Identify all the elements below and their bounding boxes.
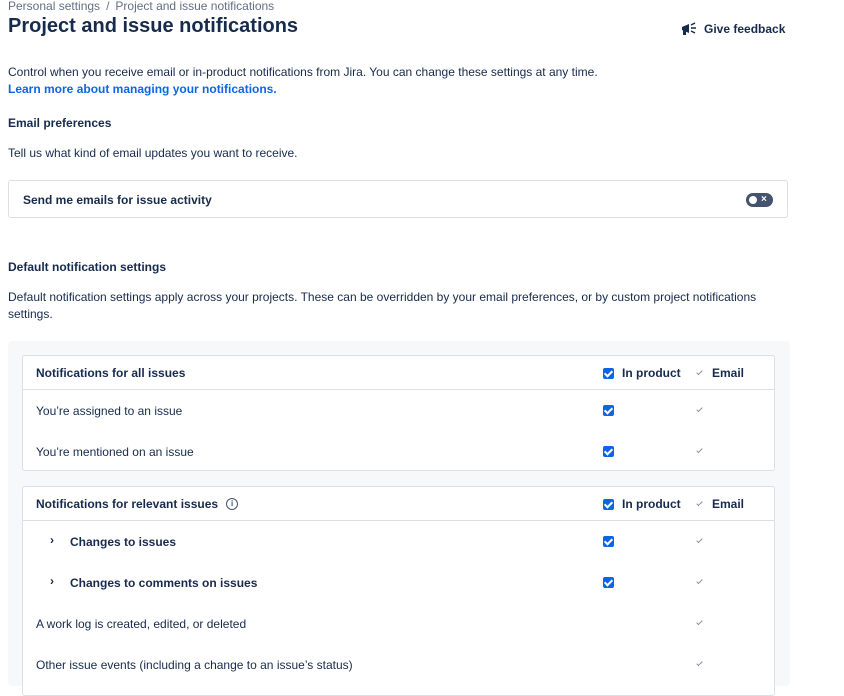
email-preferences-heading: Email preferences (8, 116, 112, 130)
megaphone-icon (682, 22, 696, 35)
table-row: › Changes to comments on issues (23, 562, 774, 602)
chevron-right-icon[interactable]: › (50, 533, 54, 547)
in-product-column-header: In product (603, 497, 681, 511)
check-icon (695, 447, 704, 456)
breadcrumb-separator: / (106, 0, 110, 13)
table-row: › Changes to issues (23, 521, 774, 561)
in-product-checkbox[interactable] (603, 577, 614, 588)
in-product-checkbox[interactable] (603, 405, 614, 416)
default-settings-heading: Default notification settings (8, 260, 167, 274)
row-label: A work log is created, edited, or delete… (36, 617, 247, 631)
check-icon (695, 619, 704, 628)
group-relevant-issues: Notifications for relevant issues i In p… (22, 486, 775, 696)
email-column-header: Email (695, 497, 744, 511)
give-feedback-button[interactable]: Give feedback (680, 21, 785, 37)
group-all-issues: Notifications for all issues In product … (22, 355, 775, 471)
toggle-knob (749, 196, 757, 204)
breadcrumb-personal-settings-link[interactable]: Personal settings (8, 0, 100, 13)
chevron-right-icon[interactable]: › (50, 574, 54, 588)
in-product-label: In product (622, 497, 681, 511)
check-icon (695, 660, 704, 669)
row-label: Other issue events (including a change t… (36, 658, 353, 672)
group-title: Notifications for all issues (36, 366, 186, 380)
notification-settings-panel: Notifications for all issues In product … (8, 341, 790, 696)
email-toggle-card: Send me emails for issue activity × (8, 180, 788, 218)
table-row: Other issue events (including a change t… (23, 644, 774, 684)
table-row: A work log is created, edited, or delete… (23, 603, 774, 643)
row-label: You’re mentioned on an issue (36, 445, 194, 459)
check-icon (695, 578, 704, 587)
breadcrumb: Personal settings / Project and issue noti… (8, 0, 274, 13)
email-label: Email (712, 366, 745, 380)
row-label: Changes to issues (70, 535, 177, 549)
check-icon (695, 500, 704, 509)
in-product-checkbox[interactable] (603, 536, 614, 547)
give-feedback-label: Give feedback (704, 22, 786, 36)
email-toggle-label: Send me emails for issue activity (23, 193, 212, 207)
email-activity-toggle[interactable]: × (746, 193, 773, 207)
in-product-column-header: In product (603, 366, 681, 380)
in-product-checkbox[interactable] (603, 446, 614, 457)
table-row: You’re assigned to an issue (23, 390, 774, 430)
close-icon: × (761, 194, 767, 205)
group-header: Notifications for relevant issues i In p… (23, 487, 774, 521)
page-title: Project and issue notifications (8, 15, 299, 37)
intro-text: Control when you receive email or in-pro… (8, 65, 598, 79)
in-product-select-all-checkbox[interactable] (603, 367, 614, 379)
learn-more-link[interactable]: Learn more about managing your notificat… (8, 82, 277, 96)
in-product-label: In product (622, 366, 681, 380)
email-preferences-description: Tell us what kind of email updates you w… (8, 146, 298, 160)
row-label: You’re assigned to an issue (36, 404, 183, 418)
row-label: Changes to comments on issues (70, 576, 258, 590)
info-icon[interactable]: i (226, 498, 239, 510)
check-icon (695, 406, 704, 415)
check-icon (695, 369, 704, 378)
group-header: Notifications for all issues In product … (23, 356, 774, 390)
in-product-select-all-checkbox[interactable] (603, 498, 614, 510)
breadcrumb-current: Project and issue notifications (115, 0, 275, 13)
table-row: You’re mentioned on an issue (23, 431, 774, 471)
email-column-header: Email (695, 366, 744, 380)
email-label: Email (712, 497, 745, 511)
group-title: Notifications for relevant issues (36, 497, 219, 511)
group-title-wrap: Notifications for relevant issues i (36, 497, 239, 511)
default-settings-description: Default notification settings apply acro… (8, 290, 757, 321)
check-icon (695, 537, 704, 546)
